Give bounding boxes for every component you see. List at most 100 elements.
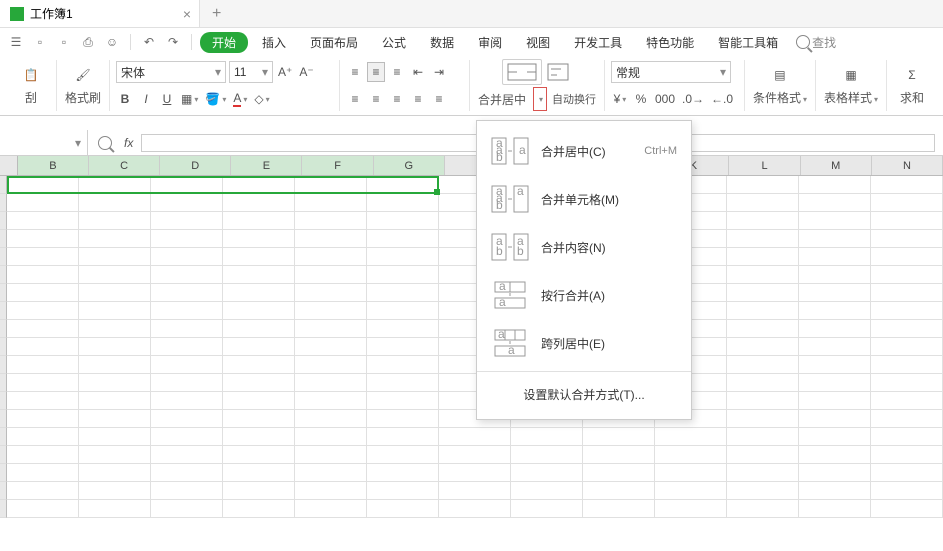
col-header[interactable]: M (801, 156, 872, 175)
increase-font-button[interactable]: A⁺ (276, 62, 294, 82)
merge-default-item[interactable]: 设置默认合并方式(T)... (477, 376, 691, 413)
row-header[interactable] (0, 176, 7, 194)
merge-row-item[interactable]: aa 按行合并(A) (477, 271, 691, 319)
merge-content-item[interactable]: abab 合并内容(N) (477, 223, 691, 271)
italic-button[interactable]: I (137, 89, 155, 109)
tab-review[interactable]: 审阅 (468, 32, 512, 53)
number-format-select[interactable]: 常规▾ (611, 61, 731, 83)
tab-start[interactable]: 开始 (200, 32, 248, 53)
qat-btn-3[interactable]: ▫ (54, 32, 74, 52)
qat-btn-1[interactable]: ☰ (6, 32, 26, 52)
wrap-text-button[interactable]: 自动换行 (550, 89, 598, 109)
row-header[interactable] (0, 374, 7, 392)
align-right-button[interactable]: ≡ (388, 89, 406, 109)
search-button[interactable]: 查找 (796, 34, 836, 51)
col-header[interactable]: B (18, 156, 89, 175)
merge-center-item-accel: Ctrl+M (644, 145, 677, 157)
percent-button[interactable]: % (632, 89, 650, 109)
row-header[interactable] (0, 410, 7, 428)
indent-increase-button[interactable]: ⇥ (430, 62, 448, 82)
row-header[interactable] (0, 356, 7, 374)
col-header[interactable]: G (374, 156, 445, 175)
font-color-button[interactable]: A▾ (231, 89, 249, 109)
print-icon[interactable]: ⎙ (78, 32, 98, 52)
row-header[interactable] (0, 212, 7, 230)
align-top-button[interactable]: ≡ (346, 62, 364, 82)
col-header[interactable]: L (729, 156, 800, 175)
row-header[interactable] (0, 230, 7, 248)
row-header[interactable] (0, 338, 7, 356)
sum-button[interactable]: Σ 求和 (893, 60, 931, 108)
align-middle-button[interactable]: ≡ (367, 62, 385, 82)
decrease-font-button[interactable]: A⁻ (297, 62, 315, 82)
col-header[interactable]: D (160, 156, 231, 175)
clear-format-button[interactable]: ◇▾ (252, 89, 271, 109)
align-bottom-button[interactable]: ≡ (388, 62, 406, 82)
comma-button[interactable]: 000 (653, 89, 677, 109)
row-header[interactable] (0, 392, 7, 410)
row-header[interactable] (0, 446, 7, 464)
merge-center-button[interactable]: 合并居中 (476, 89, 528, 109)
format-painter-button[interactable]: 🖌 格式刷 (63, 60, 103, 108)
paste-button[interactable]: 📋 刮 (12, 60, 50, 108)
underline-button[interactable]: U (158, 89, 176, 109)
align-center-button[interactable]: ≡ (367, 89, 385, 109)
font-name-select[interactable]: 宋体▾ (116, 61, 226, 83)
tab-smart[interactable]: 智能工具箱 (708, 32, 788, 53)
styles-group: ▤ 条件格式▾ (745, 60, 816, 111)
row-header[interactable] (0, 284, 7, 302)
merge-center-item[interactable]: aaba 合并居中(C) Ctrl+M (477, 127, 691, 175)
conditional-format-button[interactable]: ▤ 条件格式▾ (751, 60, 809, 108)
row-header[interactable] (0, 248, 7, 266)
distribute-button[interactable]: ≡ (430, 89, 448, 109)
justify-button[interactable]: ≡ (409, 89, 427, 109)
row-header[interactable] (0, 500, 7, 518)
fill-color-button[interactable]: 🪣▾ (203, 89, 228, 109)
row-header[interactable] (0, 428, 7, 446)
name-box[interactable]: ▾ (0, 130, 88, 155)
tab-insert[interactable]: 插入 (252, 32, 296, 53)
close-icon[interactable]: × (183, 6, 191, 22)
qat-btn-2[interactable]: ▫ (30, 32, 50, 52)
undo-icon[interactable]: ↶ (139, 32, 159, 52)
row-header[interactable] (0, 194, 7, 212)
col-header[interactable]: N (872, 156, 943, 175)
currency-button[interactable]: ¥▾ (611, 89, 629, 109)
tab-layout[interactable]: 页面布局 (300, 32, 368, 53)
add-tab-button[interactable]: + (200, 5, 233, 23)
select-all-corner[interactable] (0, 156, 18, 175)
preview-icon[interactable]: ☺ (102, 32, 122, 52)
fx-search-icon[interactable] (96, 133, 116, 153)
tab-dev[interactable]: 开发工具 (564, 32, 632, 53)
tab-special[interactable]: 特色功能 (636, 32, 704, 53)
table-style-button[interactable]: ▦ 表格样式▾ (822, 60, 880, 108)
redo-icon[interactable]: ↷ (163, 32, 183, 52)
wrap-text-icon-button[interactable] (545, 62, 571, 82)
col-header[interactable]: F (302, 156, 373, 175)
font-size-select[interactable]: 11▾ (229, 61, 273, 83)
merge-cells-item[interactable]: aaba 合并单元格(M) (477, 175, 691, 223)
font-name-value: 宋体 (121, 64, 145, 81)
row-header[interactable] (0, 320, 7, 338)
row-header[interactable] (0, 302, 7, 320)
tab-formula[interactable]: 公式 (372, 32, 416, 53)
row-header[interactable] (0, 482, 7, 500)
increase-decimal-button[interactable]: .0→ (680, 89, 706, 109)
indent-decrease-button[interactable]: ⇤ (409, 62, 427, 82)
tab-view[interactable]: 视图 (516, 32, 560, 53)
merge-dropdown-button[interactable]: ▾ (533, 87, 547, 111)
border-button[interactable]: ▦▾ (179, 89, 200, 109)
col-header[interactable]: E (231, 156, 302, 175)
fx-label: fx (124, 136, 133, 150)
merge-main-button[interactable] (502, 59, 542, 85)
col-header[interactable]: C (89, 156, 160, 175)
cells-area[interactable]: // generate blank cell rows (function(){… (7, 176, 943, 518)
tab-data[interactable]: 数据 (420, 32, 464, 53)
row-header[interactable] (0, 266, 7, 284)
decrease-decimal-button[interactable]: ←.0 (709, 89, 735, 109)
row-header[interactable] (0, 464, 7, 482)
merge-across-item[interactable]: aa 跨列居中(E) (477, 319, 691, 367)
bold-button[interactable]: B (116, 89, 134, 109)
workbook-tab[interactable]: 工作簿1 × (0, 0, 200, 27)
align-left-button[interactable]: ≡ (346, 89, 364, 109)
